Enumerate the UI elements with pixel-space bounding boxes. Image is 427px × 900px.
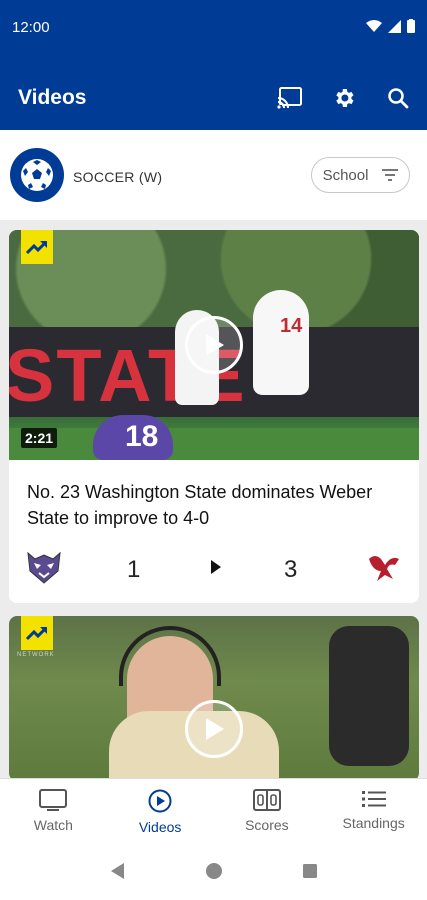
wifi-icon: [366, 19, 382, 32]
nav-standings[interactable]: Standings: [320, 779, 427, 842]
cast-button[interactable]: [277, 85, 303, 111]
player-figure: [253, 290, 309, 395]
player-jersey-number: 14: [280, 315, 303, 337]
nav-scores-label: Scores: [245, 817, 289, 833]
video-card[interactable]: STATE 14 18 2:21 No. 23 Washington State…: [9, 230, 419, 603]
play-arrow-icon: [211, 560, 221, 574]
cast-icon: [277, 87, 302, 109]
video-thumbnail[interactable]: STATE 14 18 2:21: [9, 230, 419, 460]
battery-icon: [407, 19, 415, 33]
trending-up-icon: [26, 626, 48, 641]
bottom-navigation: Watch Videos Scores Standings: [0, 778, 427, 842]
nav-watch-label: Watch: [33, 817, 73, 833]
gear-icon: [336, 89, 354, 107]
play-icon: [206, 334, 224, 356]
video-card[interactable]: NETWORK: [9, 616, 419, 781]
video-headline[interactable]: No. 23 Washington State dominates Weber …: [27, 479, 407, 531]
play-icon: [206, 718, 224, 740]
score-row[interactable]: 1 3: [9, 548, 419, 588]
page-title: Videos: [18, 86, 87, 109]
trending-badge: [21, 616, 53, 650]
school-filter-button[interactable]: School: [311, 157, 410, 193]
home-score: 1: [127, 556, 141, 583]
sport-selector[interactable]: [10, 148, 64, 202]
nav-watch[interactable]: Watch: [0, 779, 107, 842]
network-label: NETWORK: [17, 652, 55, 658]
player-jersey-number: 18: [125, 420, 159, 453]
soccer-ball-icon: [21, 159, 53, 191]
washington-state-logo: [369, 556, 399, 581]
weber-state-logo: [27, 551, 61, 584]
thumbnail-headset: [119, 626, 221, 686]
trending-badge: [21, 230, 53, 264]
search-button[interactable]: [385, 85, 411, 111]
thumbnail-grass: [9, 428, 419, 460]
nav-videos[interactable]: Videos: [107, 779, 214, 842]
video-duration: 2:21: [21, 428, 58, 448]
status-bar: 12:00: [0, 0, 427, 56]
nav-standings-label: Standings: [342, 815, 405, 831]
system-navigation-bar: [0, 842, 427, 900]
back-icon[interactable]: [110, 862, 126, 880]
play-circle-icon: [148, 789, 172, 813]
nav-videos-label: Videos: [138, 819, 182, 835]
search-icon: [388, 88, 409, 109]
settings-button[interactable]: [331, 85, 357, 111]
status-time: 12:00: [12, 19, 50, 36]
play-button[interactable]: [185, 700, 243, 758]
status-icons: [366, 19, 415, 33]
filter-bar: SOCCER (W) School: [0, 130, 427, 220]
home-icon[interactable]: [205, 862, 223, 880]
tv-icon: [39, 789, 68, 811]
app-bar: Videos: [0, 56, 427, 130]
nav-scores[interactable]: Scores: [214, 779, 321, 842]
play-button[interactable]: [185, 316, 243, 374]
recents-icon[interactable]: [302, 863, 318, 879]
thumbnail-background-person: [329, 626, 409, 766]
video-thumbnail[interactable]: NETWORK: [9, 616, 419, 781]
signal-icon: [388, 19, 401, 33]
filter-icon: [382, 169, 399, 181]
sport-label[interactable]: SOCCER (W): [73, 169, 162, 185]
thumbnail-trees: [9, 230, 419, 327]
away-score: 3: [284, 556, 298, 583]
trending-up-icon: [26, 240, 48, 255]
school-filter-label: School: [322, 166, 369, 184]
scoreboard-icon: [252, 789, 281, 811]
list-icon: [361, 791, 386, 807]
